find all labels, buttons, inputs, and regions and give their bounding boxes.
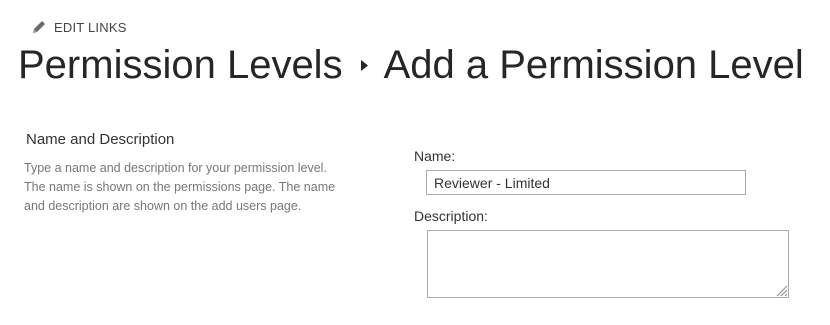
description-label: Description: [414,208,488,224]
breadcrumb-parent-link[interactable]: Permission Levels [18,43,343,88]
edit-links-label: EDIT LINKS [54,19,127,35]
pencil-icon [30,18,48,36]
section-description-line: The name is shown on the permissions pag… [24,180,336,194]
edit-links-button[interactable]: EDIT LINKS [30,18,127,36]
name-field[interactable] [426,170,746,195]
triangle-right-icon [360,60,368,71]
name-label: Name: [414,148,456,164]
section-title: Name and Description [26,131,175,148]
breadcrumb: Permission Levels Add a Permission Level [18,43,804,88]
section-description: Type a name and description for your per… [24,159,384,216]
description-field[interactable] [427,230,789,298]
section-description-line: and description are shown on the add use… [24,199,302,213]
resize-grip-icon[interactable] [775,284,788,297]
section-description-line: Type a name and description for your per… [24,161,327,175]
page-title: Add a Permission Level [383,43,804,87]
